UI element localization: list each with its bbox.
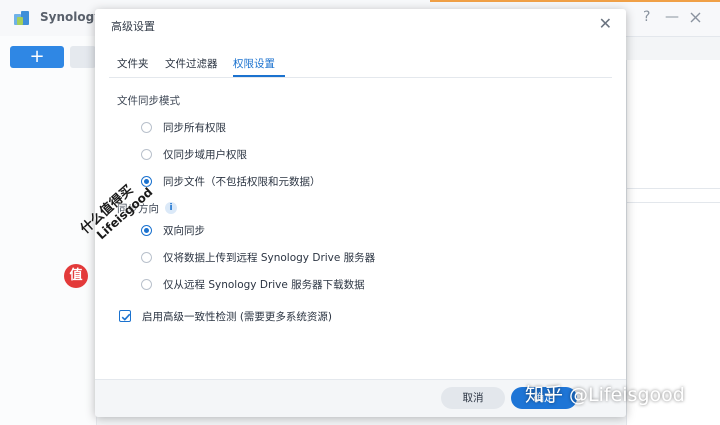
advanced-settings-dialog: 高级设置 ✕ 文件夹 文件过滤器 权限设置 文件同步模式 同步所有权限 仅同步域… bbox=[95, 9, 626, 417]
titlebar-accent bbox=[430, 0, 720, 2]
radio-button[interactable] bbox=[141, 251, 152, 263]
option-label: 双向同步 bbox=[163, 224, 205, 237]
help-icon[interactable]: ? bbox=[643, 9, 650, 25]
close-icon[interactable]: ✕ bbox=[599, 14, 612, 33]
radio-sync-files-only[interactable]: 同步文件（不包括权限和元数据） bbox=[141, 173, 321, 189]
synology-drive-logo-icon bbox=[14, 11, 29, 25]
tab-bar: 文件夹 文件过滤器 权限设置 bbox=[109, 49, 612, 78]
radio-button[interactable] bbox=[141, 121, 152, 133]
add-button[interactable]: + bbox=[10, 46, 64, 68]
radio-sync-domain-user-permissions[interactable]: 仅同步域用户权限 bbox=[141, 146, 247, 162]
radio-button[interactable] bbox=[141, 148, 152, 160]
app-right-panel bbox=[626, 60, 720, 425]
radio-download-only[interactable]: 仅从远程 Synology Drive 服务器下载数据 bbox=[141, 276, 365, 292]
panel-divider bbox=[627, 202, 720, 203]
sync-mode-label: 文件同步模式 bbox=[117, 95, 180, 107]
option-label: 仅同步域用户权限 bbox=[163, 148, 247, 161]
watermark-badge-icon: 值 bbox=[64, 264, 88, 288]
option-label: 仅将数据上传到远程 Synology Drive 服务器 bbox=[163, 251, 376, 264]
option-label: 仅从远程 Synology Drive 服务器下载数据 bbox=[163, 278, 365, 291]
checkmark-icon bbox=[121, 313, 131, 321]
tab-permission-settings[interactable]: 权限设置 bbox=[233, 56, 275, 71]
active-tab-indicator bbox=[233, 75, 285, 77]
dialog-title: 高级设置 bbox=[111, 20, 155, 33]
checkbox-label: 启用高级一致性检测 (需要更多系统资源) bbox=[142, 310, 333, 323]
cancel-button[interactable]: 取消 bbox=[441, 387, 505, 409]
close-window-icon[interactable] bbox=[690, 12, 701, 23]
option-label: 同步文件（不包括权限和元数据） bbox=[163, 175, 321, 188]
tab-folder[interactable]: 文件夹 bbox=[117, 56, 149, 71]
info-icon[interactable]: i bbox=[165, 202, 177, 214]
option-label: 同步所有权限 bbox=[163, 121, 226, 134]
advanced-consistency-check[interactable]: 启用高级一致性检测 (需要更多系统资源) bbox=[119, 308, 332, 324]
radio-sync-all-permissions[interactable]: 同步所有权限 bbox=[141, 119, 226, 135]
tab-file-filter[interactable]: 文件过滤器 bbox=[165, 56, 218, 71]
minimize-icon[interactable]: — bbox=[665, 9, 679, 25]
radio-two-way-sync[interactable]: 双向同步 bbox=[141, 222, 205, 238]
panel-divider bbox=[627, 188, 720, 189]
app-title: Synology bbox=[40, 10, 103, 24]
checkbox-checked[interactable] bbox=[119, 310, 131, 322]
toolbar-secondary-button[interactable] bbox=[70, 46, 96, 68]
watermark-zhihu: 知乎 @Lifeisgood bbox=[525, 384, 685, 406]
radio-button[interactable] bbox=[141, 278, 152, 290]
radio-upload-only[interactable]: 仅将数据上传到远程 Synology Drive 服务器 bbox=[141, 249, 375, 265]
radio-button-selected[interactable] bbox=[141, 224, 152, 236]
